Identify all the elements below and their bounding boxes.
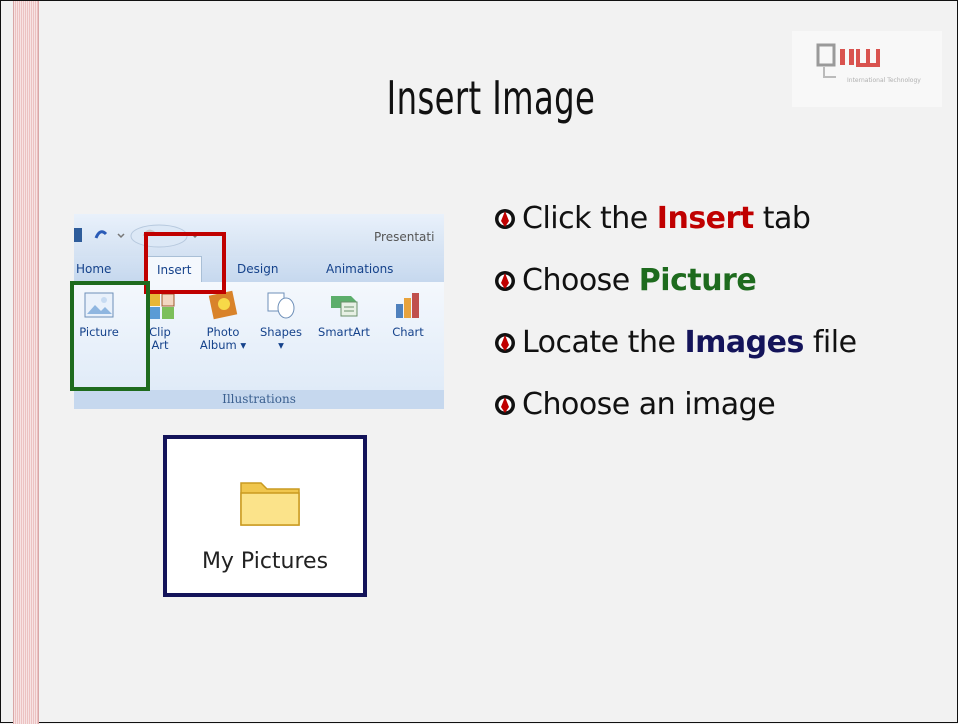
photo-album-icon bbox=[208, 290, 238, 320]
bullet-text: Choose bbox=[522, 263, 639, 298]
smartart-icon bbox=[331, 296, 358, 317]
shapes-icon bbox=[267, 292, 295, 319]
picture-button-highlight bbox=[70, 281, 150, 391]
bullet-text: Choose an image bbox=[522, 387, 776, 422]
folder-label: My Pictures bbox=[201, 549, 329, 574]
bullet-keyword-insert: Insert bbox=[656, 201, 754, 236]
shapes-button[interactable]: Shapes ▾ bbox=[258, 290, 304, 352]
window-title: Presentati bbox=[374, 230, 435, 244]
insert-tab-highlight bbox=[144, 232, 226, 294]
ribbon-tabs: Home Insert Design Animations bbox=[74, 256, 444, 282]
chart-label: Chart bbox=[392, 325, 424, 339]
quick-access-toolbar: Presentati bbox=[74, 214, 444, 256]
list-item: Locate the Images file bbox=[494, 325, 954, 387]
illustrations-group-label: Illustrations bbox=[74, 390, 444, 409]
list-item: Choose Picture bbox=[494, 263, 954, 325]
shapes-label: Shapes ▾ bbox=[259, 325, 302, 352]
bullet-keyword-images: Images bbox=[684, 325, 804, 360]
my-pictures-folder[interactable]: My Pictures bbox=[163, 435, 367, 597]
tab-design[interactable]: Design bbox=[237, 262, 278, 276]
bullet-text: Click the bbox=[522, 201, 657, 236]
photo-album-label: Photo Album ▾ bbox=[199, 325, 247, 352]
smartart-label: SmartArt bbox=[318, 325, 370, 339]
bullet-icon bbox=[495, 395, 515, 415]
undo-icon bbox=[94, 230, 108, 239]
tab-animations[interactable]: Animations bbox=[326, 262, 393, 276]
bullet-icon bbox=[495, 209, 515, 229]
clip-art-label: Clip Art bbox=[149, 325, 171, 352]
bullet-icon bbox=[495, 333, 515, 353]
save-icon bbox=[74, 228, 82, 242]
chart-button[interactable]: Chart bbox=[388, 290, 428, 339]
bullet-text: Locate the bbox=[522, 325, 685, 360]
clip-art-icon bbox=[148, 293, 175, 319]
clip-art-button[interactable]: Clip Art bbox=[146, 290, 175, 352]
tab-home[interactable]: Home bbox=[76, 262, 111, 276]
slide: International Technology Insert Image Pr… bbox=[0, 0, 958, 724]
smartart-button[interactable]: SmartArt bbox=[314, 290, 374, 339]
bullet-text-end: file bbox=[803, 325, 857, 360]
bullet-text-end: tab bbox=[753, 201, 811, 236]
list-item: Choose an image bbox=[494, 387, 954, 449]
bullet-icon bbox=[495, 271, 515, 291]
logo-tagline: International Technology bbox=[847, 77, 921, 84]
decorative-stripe bbox=[13, 1, 39, 724]
chart-icon bbox=[396, 293, 419, 318]
slide-title: Insert Image bbox=[386, 71, 596, 125]
photo-album-button[interactable]: Photo Album ▾ bbox=[198, 290, 248, 352]
bullet-keyword-picture: Picture bbox=[638, 263, 757, 298]
instruction-list: Click the Insert tab Choose Picture Loca… bbox=[494, 201, 954, 449]
logo: International Technology bbox=[792, 31, 942, 107]
folder-icon bbox=[240, 482, 300, 526]
list-item: Click the Insert tab bbox=[494, 201, 954, 263]
